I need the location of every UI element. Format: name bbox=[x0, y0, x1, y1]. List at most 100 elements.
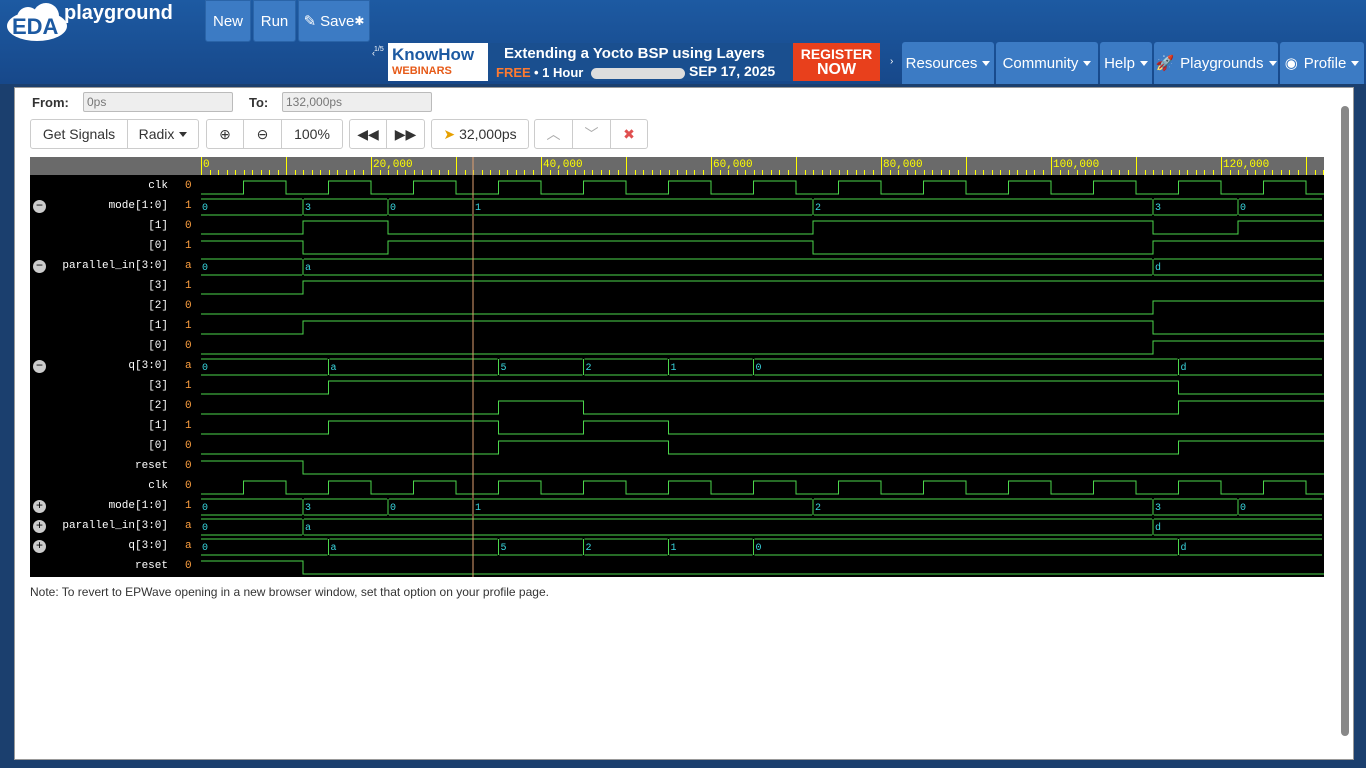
zoom-in-icon: ⊕ bbox=[219, 125, 231, 142]
profile-note: Note: To revert to EPWave opening in a n… bbox=[30, 585, 549, 599]
bus-value-label: d bbox=[1155, 522, 1161, 534]
wave-trace bbox=[201, 380, 1324, 395]
cta-line1: REGISTER bbox=[800, 46, 873, 62]
bus-value-label: 0 bbox=[756, 543, 762, 554]
bus-value-label: 0 bbox=[202, 203, 208, 214]
forward-button[interactable]: ▶▶ bbox=[386, 119, 425, 149]
bus-value-label: 0 bbox=[390, 503, 396, 514]
bus-value-label: 3 bbox=[305, 203, 311, 214]
bus-value-label: 1 bbox=[671, 543, 677, 554]
bus-value-label: a bbox=[305, 523, 311, 534]
get-signals-button[interactable]: Get Signals bbox=[30, 119, 128, 149]
bus-value-label: 0 bbox=[1240, 503, 1246, 514]
bus-value-label: 0 bbox=[202, 503, 208, 514]
top-bar: EDA playground New Run ✎ Save ✱ ‹ 1/5 Know… bbox=[0, 0, 1366, 84]
remove-signal-button[interactable]: ✖ bbox=[610, 119, 648, 149]
rewind-button[interactable]: ◀◀ bbox=[349, 119, 387, 149]
wave-trace bbox=[201, 400, 1324, 415]
chevron-down-icon: ﹀ bbox=[584, 126, 599, 142]
from-label: From: bbox=[32, 95, 69, 110]
chevron-down-icon bbox=[982, 60, 991, 66]
bus-value-label: 5 bbox=[501, 363, 507, 374]
nav-help-label: Help bbox=[1104, 54, 1135, 72]
run-button[interactable]: Run bbox=[253, 0, 296, 42]
bus-value-label: 1 bbox=[475, 203, 481, 214]
chevron-up-icon: ︿ bbox=[546, 126, 561, 142]
nav-help[interactable]: Help bbox=[1100, 42, 1152, 84]
nav-profile-label: Profile bbox=[1303, 54, 1347, 72]
banner-next-icon[interactable]: › bbox=[890, 56, 893, 67]
bus-value-label: 3 bbox=[305, 503, 311, 514]
move-down-button[interactable]: ﹀ bbox=[572, 119, 611, 149]
chevron-down-icon bbox=[1083, 60, 1092, 66]
forward-icon: ▶▶ bbox=[394, 125, 417, 142]
cta-line2: NOW bbox=[816, 61, 857, 78]
save-label: Save bbox=[320, 12, 355, 30]
logo-subtext: playground bbox=[64, 2, 173, 24]
logo-text: EDA bbox=[12, 14, 59, 39]
eda-logo[interactable]: EDA playground bbox=[4, 2, 184, 42]
banner-dots bbox=[591, 68, 685, 79]
wave-trace bbox=[201, 340, 1324, 355]
register-now-button[interactable]: REGISTER NOW bbox=[793, 43, 880, 81]
close-icon: ✖ bbox=[623, 125, 635, 142]
nav-playgrounds[interactable]: 🚀 Playgrounds bbox=[1154, 42, 1278, 84]
zoom-level-button[interactable]: 100% bbox=[281, 119, 343, 149]
wave-trace bbox=[201, 460, 1324, 475]
wave-trace bbox=[201, 180, 1324, 195]
bus-value-label: 2 bbox=[586, 363, 592, 374]
backward-icon: ◀◀ bbox=[357, 125, 379, 142]
rocket-icon: 🚀 bbox=[1155, 55, 1175, 72]
nav-playgrounds-label: Playgrounds bbox=[1180, 54, 1264, 72]
banner-brand: KnowHow bbox=[392, 45, 475, 64]
bus-value-label: d bbox=[1181, 362, 1187, 374]
wave-trace bbox=[201, 560, 1324, 575]
wave-trace bbox=[201, 440, 1324, 455]
banner-duration: • 1 Hour bbox=[534, 65, 584, 80]
move-up-button[interactable]: ︿ bbox=[534, 119, 573, 149]
waveform-viewer[interactable]: 0 20,000 40,000 60,000 80,000 100,000 120,000 … bbox=[30, 157, 1324, 577]
nav-community-label: Community bbox=[1002, 54, 1079, 72]
bus-value-label: 0 bbox=[202, 363, 208, 374]
zoom-out-button[interactable]: ⊖ bbox=[243, 119, 282, 149]
bus-value-label: a bbox=[331, 543, 337, 554]
nav-resources[interactable]: Resources bbox=[902, 42, 994, 84]
new-button[interactable]: New bbox=[205, 0, 251, 42]
wave-trace bbox=[201, 280, 1324, 295]
cursor-position-button[interactable]: ➤ 32,000ps bbox=[431, 119, 529, 149]
nav-community[interactable]: Community bbox=[996, 42, 1098, 84]
pencil-icon: ✎ bbox=[303, 13, 317, 30]
bus-value-label: 3 bbox=[1155, 203, 1161, 214]
from-input[interactable]: 0ps bbox=[83, 92, 233, 112]
chevron-down-icon bbox=[1351, 60, 1360, 66]
bus-value-label: 0 bbox=[390, 203, 396, 214]
bus-value-label: d bbox=[1181, 542, 1187, 554]
radix-label: Radix bbox=[138, 126, 175, 142]
bus-value-label: 1 bbox=[475, 503, 481, 514]
bus-value-label: 0 bbox=[1240, 203, 1246, 214]
banner-headline: Extending a Yocto BSP using Layers bbox=[504, 45, 765, 62]
bus-value-label: d bbox=[1155, 262, 1161, 274]
vertical-scrollbar[interactable] bbox=[1341, 106, 1349, 736]
bus-value-label: 5 bbox=[501, 543, 507, 554]
nav-profile[interactable]: ◉ Profile bbox=[1280, 42, 1364, 84]
zoom-out-icon: ⊖ bbox=[256, 125, 269, 142]
to-input[interactable]: 132,000ps bbox=[282, 92, 432, 112]
user-icon: ◉ bbox=[1284, 55, 1298, 72]
unsaved-star-icon: ✱ bbox=[354, 14, 365, 28]
bus-value-label: 3 bbox=[1155, 503, 1161, 514]
bus-value-label: 0 bbox=[202, 543, 208, 554]
bus-value-label: 2 bbox=[586, 543, 592, 554]
bus-value-label: 0 bbox=[202, 523, 208, 534]
save-button[interactable]: ✎ Save ✱ bbox=[298, 0, 370, 42]
webinar-banner[interactable]: KnowHow WEBINARS Extending a Yocto BSP u… bbox=[388, 43, 880, 81]
signal-traces[interactable]: 0 3 0 1 2 3 0 0 a d 0 a 5 2 1 0 d 0 3 0 1 2 3 0 0 a d 0 a 5 2 1 0 d bbox=[30, 157, 1324, 577]
cursor-arrow-icon: ➤ bbox=[443, 125, 456, 142]
epwave-panel: From: 0ps To: 132,000ps Get Signals Radi… bbox=[14, 87, 1354, 760]
wave-trace bbox=[201, 300, 1324, 315]
wave-trace bbox=[201, 220, 1324, 235]
zoom-in-button[interactable]: ⊕ bbox=[206, 119, 244, 149]
radix-button[interactable]: Radix bbox=[127, 119, 199, 149]
wave-trace bbox=[201, 420, 1324, 435]
banner-page: 1/5 bbox=[374, 46, 384, 53]
